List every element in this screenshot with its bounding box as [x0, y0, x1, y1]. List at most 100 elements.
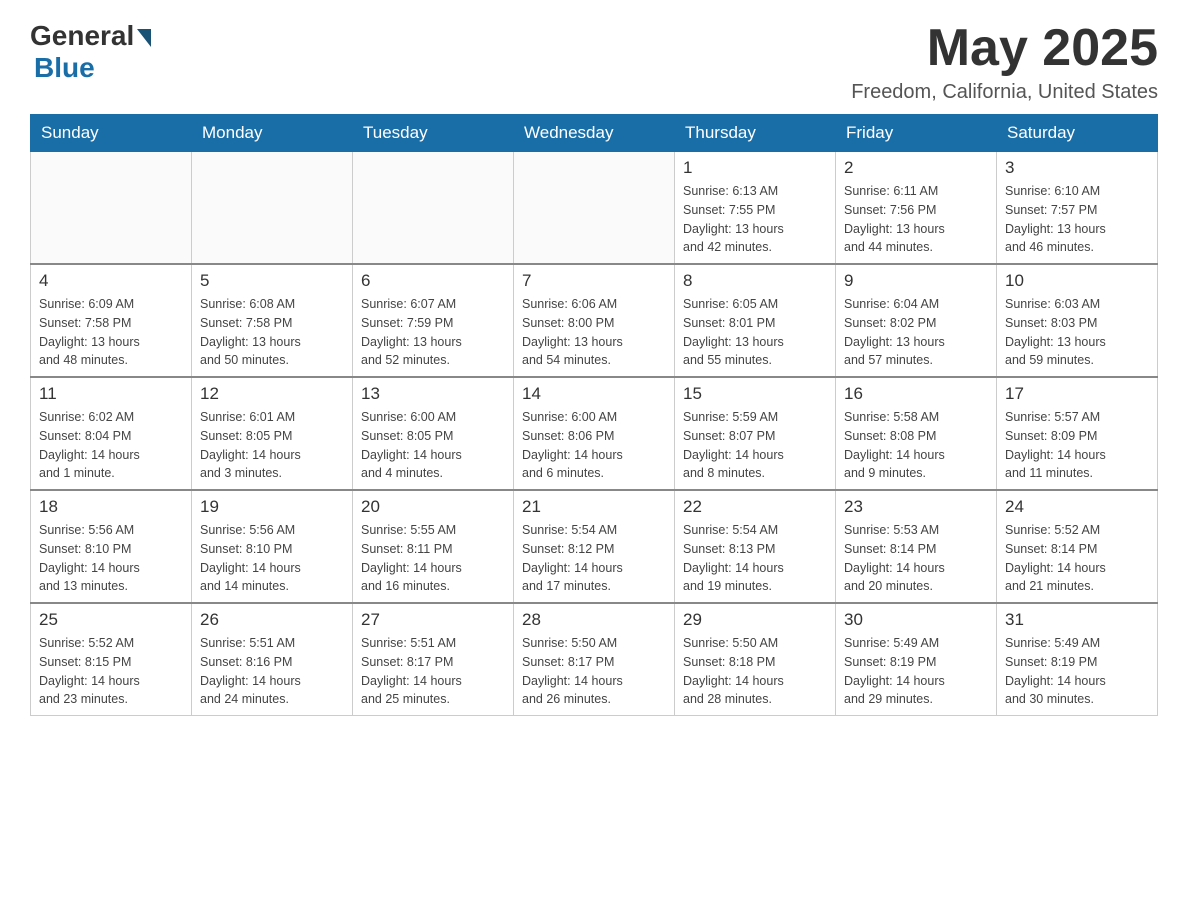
day-info: Sunrise: 6:01 AM Sunset: 8:05 PM Dayligh…: [200, 408, 344, 483]
calendar-header-tuesday: Tuesday: [353, 115, 514, 152]
calendar-cell: 23Sunrise: 5:53 AM Sunset: 8:14 PM Dayli…: [836, 490, 997, 603]
calendar-cell: 15 Sunrise: 5:59 AM Sunset: 8:07 PM Dayli…: [675, 377, 836, 490]
day-info: Sunrise: 6:00 AM Sunset: 8:05 PM Dayligh…: [361, 408, 505, 483]
calendar-cell: 12 Sunrise: 6:01 AM Sunset: 8:05 PM Dayli…: [192, 377, 353, 490]
day-number: 25: [39, 610, 183, 630]
day-info: Sunrise: 5:50 AM Sunset: 8:18 PM Dayligh…: [683, 634, 827, 709]
calendar-cell: 7 Sunrise: 6:06 AM Sunset: 8:00 PM Daylig…: [514, 264, 675, 377]
day-number: 5: [200, 271, 344, 291]
day-info: Sunrise: 6:13 AM Sunset: 7:55 PM Dayligh…: [683, 182, 827, 257]
day-info: Sunrise: 6:03 AM Sunset: 8:03 PM Dayligh…: [1005, 295, 1149, 370]
calendar-cell: 26Sunrise: 5:51 AM Sunset: 8:16 PM Dayli…: [192, 603, 353, 716]
day-number: 24: [1005, 497, 1149, 517]
calendar-header-monday: Monday: [192, 115, 353, 152]
calendar-cell: 4 Sunrise: 6:09 AM Sunset: 7:58 PM Daylig…: [31, 264, 192, 377]
logo-triangle-icon: [137, 29, 151, 47]
calendar-cell: 24 Sunrise: 5:52 AM Sunset: 8:14 PM Dayli…: [997, 490, 1158, 603]
day-info: Sunrise: 5:51 AM Sunset: 8:16 PM Dayligh…: [200, 634, 344, 709]
day-info: Sunrise: 6:07 AM Sunset: 7:59 PM Dayligh…: [361, 295, 505, 370]
calendar-cell: 8 Sunrise: 6:05 AM Sunset: 8:01 PM Daylig…: [675, 264, 836, 377]
day-info: Sunrise: 5:54 AM Sunset: 8:12 PM Dayligh…: [522, 521, 666, 596]
day-info: Sunrise: 6:06 AM Sunset: 8:00 PM Dayligh…: [522, 295, 666, 370]
day-info: Sunrise: 5:54 AM Sunset: 8:13 PM Dayligh…: [683, 521, 827, 596]
calendar-table: SundayMondayTuesdayWednesdayThursdayFrid…: [30, 114, 1158, 716]
day-number: 7: [522, 271, 666, 291]
day-number: 22: [683, 497, 827, 517]
day-number: 10: [1005, 271, 1149, 291]
calendar-cell: 18Sunrise: 5:56 AM Sunset: 8:10 PM Dayli…: [31, 490, 192, 603]
day-info: Sunrise: 6:09 AM Sunset: 7:58 PM Dayligh…: [39, 295, 183, 370]
location-subtitle: Freedom, California, United States: [851, 81, 1158, 104]
calendar-week-row: 1Sunrise: 6:13 AM Sunset: 7:55 PM Daylig…: [31, 152, 1158, 265]
day-number: 2: [844, 158, 988, 178]
month-title: May 2025: [851, 20, 1158, 77]
day-number: 3: [1005, 158, 1149, 178]
day-info: Sunrise: 5:59 AM Sunset: 8:07 PM Dayligh…: [683, 408, 827, 483]
day-number: 20: [361, 497, 505, 517]
day-number: 15: [683, 384, 827, 404]
day-info: Sunrise: 6:02 AM Sunset: 8:04 PM Dayligh…: [39, 408, 183, 483]
day-number: 4: [39, 271, 183, 291]
calendar-header-friday: Friday: [836, 115, 997, 152]
calendar-cell: 31 Sunrise: 5:49 AM Sunset: 8:19 PM Dayli…: [997, 603, 1158, 716]
calendar-cell: 5Sunrise: 6:08 AM Sunset: 7:58 PM Daylig…: [192, 264, 353, 377]
day-number: 8: [683, 271, 827, 291]
calendar-cell: 17 Sunrise: 5:57 AM Sunset: 8:09 PM Dayli…: [997, 377, 1158, 490]
day-info: Sunrise: 6:05 AM Sunset: 8:01 PM Dayligh…: [683, 295, 827, 370]
day-number: 14: [522, 384, 666, 404]
day-info: Sunrise: 5:51 AM Sunset: 8:17 PM Dayligh…: [361, 634, 505, 709]
title-block: May 2025 Freedom, California, United Sta…: [851, 20, 1158, 104]
day-number: 28: [522, 610, 666, 630]
day-info: Sunrise: 5:49 AM Sunset: 8:19 PM Dayligh…: [1005, 634, 1149, 709]
calendar-header-wednesday: Wednesday: [514, 115, 675, 152]
day-info: Sunrise: 5:57 AM Sunset: 8:09 PM Dayligh…: [1005, 408, 1149, 483]
day-info: Sunrise: 5:58 AM Sunset: 8:08 PM Dayligh…: [844, 408, 988, 483]
day-info: Sunrise: 5:52 AM Sunset: 8:15 PM Dayligh…: [39, 634, 183, 709]
calendar-cell: 27 Sunrise: 5:51 AM Sunset: 8:17 PM Dayli…: [353, 603, 514, 716]
day-info: Sunrise: 5:55 AM Sunset: 8:11 PM Dayligh…: [361, 521, 505, 596]
calendar-cell: 3 Sunrise: 6:10 AM Sunset: 7:57 PM Daylig…: [997, 152, 1158, 265]
calendar-cell: 16Sunrise: 5:58 AM Sunset: 8:08 PM Dayli…: [836, 377, 997, 490]
calendar-cell: [31, 152, 192, 265]
calendar-cell: [353, 152, 514, 265]
calendar-cell: 25 Sunrise: 5:52 AM Sunset: 8:15 PM Dayli…: [31, 603, 192, 716]
calendar-header-sunday: Sunday: [31, 115, 192, 152]
day-number: 31: [1005, 610, 1149, 630]
calendar-cell: 11Sunrise: 6:02 AM Sunset: 8:04 PM Dayli…: [31, 377, 192, 490]
day-number: 30: [844, 610, 988, 630]
logo-blue-text: Blue: [34, 52, 95, 84]
calendar-cell: 1Sunrise: 6:13 AM Sunset: 7:55 PM Daylig…: [675, 152, 836, 265]
day-number: 27: [361, 610, 505, 630]
day-number: 17: [1005, 384, 1149, 404]
day-info: Sunrise: 5:49 AM Sunset: 8:19 PM Dayligh…: [844, 634, 988, 709]
day-number: 6: [361, 271, 505, 291]
page-header: General Blue May 2025 Freedom, Californi…: [30, 20, 1158, 104]
day-number: 19: [200, 497, 344, 517]
day-info: Sunrise: 5:52 AM Sunset: 8:14 PM Dayligh…: [1005, 521, 1149, 596]
calendar-header-saturday: Saturday: [997, 115, 1158, 152]
calendar-cell: 30 Sunrise: 5:49 AM Sunset: 8:19 PM Dayli…: [836, 603, 997, 716]
day-info: Sunrise: 5:56 AM Sunset: 8:10 PM Dayligh…: [39, 521, 183, 596]
calendar-week-row: 11Sunrise: 6:02 AM Sunset: 8:04 PM Dayli…: [31, 377, 1158, 490]
day-info: Sunrise: 5:50 AM Sunset: 8:17 PM Dayligh…: [522, 634, 666, 709]
calendar-cell: 20 Sunrise: 5:55 AM Sunset: 8:11 PM Dayli…: [353, 490, 514, 603]
calendar-cell: 21Sunrise: 5:54 AM Sunset: 8:12 PM Dayli…: [514, 490, 675, 603]
logo-general-text: General: [30, 20, 134, 52]
day-number: 12: [200, 384, 344, 404]
calendar-header-row: SundayMondayTuesdayWednesdayThursdayFrid…: [31, 115, 1158, 152]
calendar-cell: 13Sunrise: 6:00 AM Sunset: 8:05 PM Dayli…: [353, 377, 514, 490]
calendar-header-thursday: Thursday: [675, 115, 836, 152]
calendar-cell: 14Sunrise: 6:00 AM Sunset: 8:06 PM Dayli…: [514, 377, 675, 490]
calendar-cell: 10 Sunrise: 6:03 AM Sunset: 8:03 PM Dayli…: [997, 264, 1158, 377]
day-info: Sunrise: 6:11 AM Sunset: 7:56 PM Dayligh…: [844, 182, 988, 257]
day-number: 23: [844, 497, 988, 517]
calendar-week-row: 25 Sunrise: 5:52 AM Sunset: 8:15 PM Dayli…: [31, 603, 1158, 716]
calendar-week-row: 18Sunrise: 5:56 AM Sunset: 8:10 PM Dayli…: [31, 490, 1158, 603]
calendar-cell: 29 Sunrise: 5:50 AM Sunset: 8:18 PM Dayli…: [675, 603, 836, 716]
calendar-cell: 2 Sunrise: 6:11 AM Sunset: 7:56 PM Daylig…: [836, 152, 997, 265]
calendar-cell: 9Sunrise: 6:04 AM Sunset: 8:02 PM Daylig…: [836, 264, 997, 377]
day-number: 29: [683, 610, 827, 630]
day-info: Sunrise: 6:04 AM Sunset: 8:02 PM Dayligh…: [844, 295, 988, 370]
day-info: Sunrise: 6:10 AM Sunset: 7:57 PM Dayligh…: [1005, 182, 1149, 257]
calendar-cell: 28 Sunrise: 5:50 AM Sunset: 8:17 PM Dayli…: [514, 603, 675, 716]
